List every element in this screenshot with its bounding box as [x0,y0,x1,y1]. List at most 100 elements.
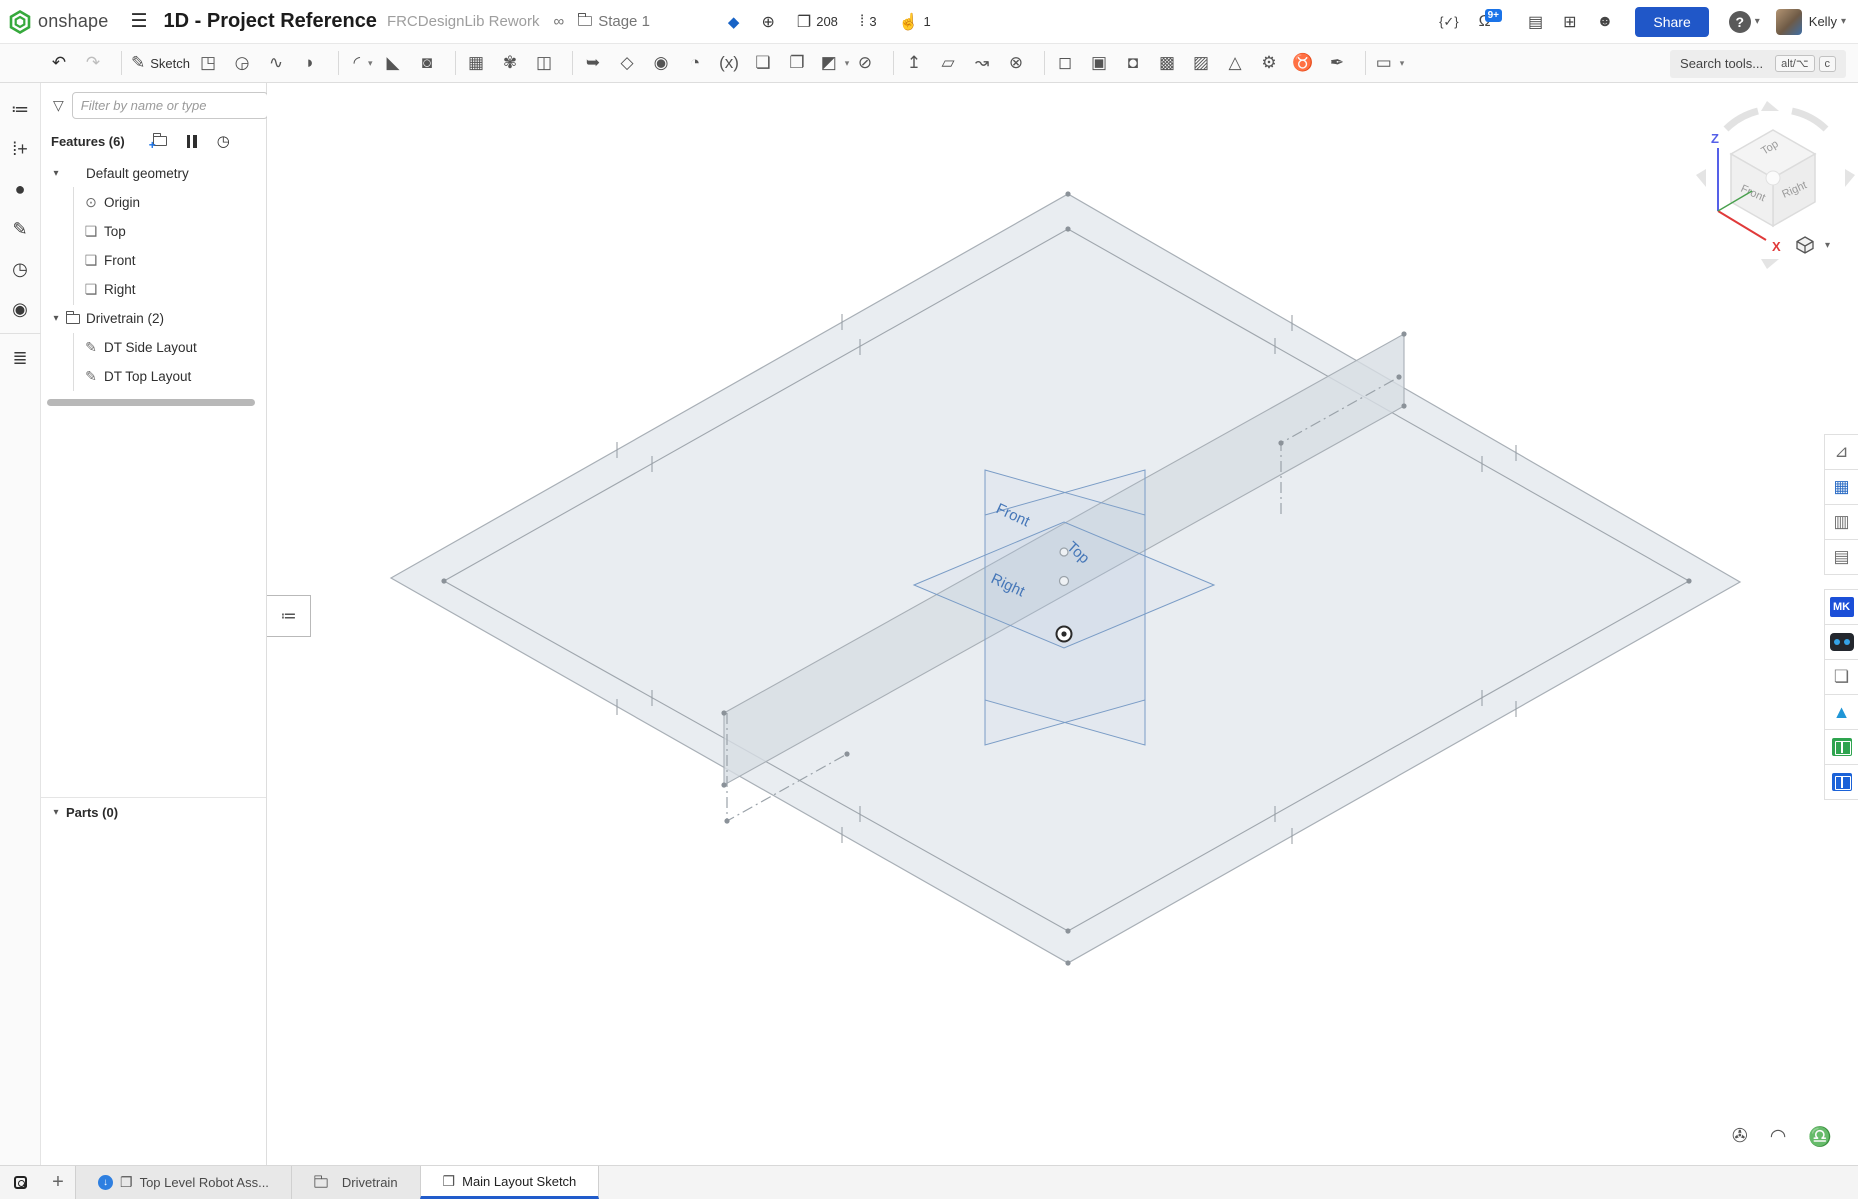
help-caret-icon[interactable]: ▾ [1755,16,1760,27]
rail-separator[interactable] [0,333,41,334]
document-title[interactable]: 1D - Project Reference [164,10,377,33]
help-button[interactable]: ? [1729,11,1751,33]
origin-marker[interactable] [1057,627,1072,642]
variable-tool[interactable]: (x) [718,48,748,78]
modify-fillet-tool[interactable]: ◩▾ [820,48,850,78]
versions-icon[interactable]: ⁞+ [0,129,41,169]
app-store-icon[interactable]: ⊞ [1563,12,1576,32]
tree-item-default-geometry[interactable]: ▾ Default geometry [41,159,266,188]
share-button[interactable]: Share [1635,7,1708,37]
helix-tool[interactable]: ◔ [684,48,714,78]
nut-tool[interactable]: ◘ [1122,48,1152,78]
revolve-tool[interactable]: ◶ [231,48,261,78]
bom-app-icon[interactable]: ▦ [1824,469,1858,505]
bom-export-app-icon[interactable]: ▥ [1824,504,1858,540]
feature-list-icon[interactable]: ≔ [0,89,41,129]
triangle-app-icon[interactable]: ▲ [1824,694,1858,730]
onshape-logo-icon[interactable] [8,10,32,34]
notes-icon[interactable]: ✎ [0,209,41,249]
toolbar-divider[interactable] [1044,51,1045,75]
tab-top-level-robot-assembly[interactable]: ↓ ❐ Top Level Robot Ass... [75,1166,292,1199]
blue-book-app-icon[interactable] [1824,764,1858,800]
ai-assistant-icon[interactable]: ☻ [1597,13,1614,31]
user-avatar[interactable] [1776,9,1802,35]
view-cube[interactable]: Top Front Right Z X [1688,93,1858,278]
tab-main-layout-sketch[interactable]: ❒ Main Layout Sketch [420,1166,600,1199]
parts-chevron-icon[interactable]: ▾ [49,807,63,818]
copies-icon[interactable]: ❐ [797,12,811,32]
loft-tool[interactable]: ◗ [299,48,329,78]
delete-face-tool[interactable]: ⊗ [1005,48,1035,78]
units-scale-icon[interactable]: ♎ [1808,1125,1832,1149]
likes-icon[interactable]: ☝ [899,12,919,32]
user-menu-caret-icon[interactable]: ▾ [1841,16,1846,27]
tree-item-drivetrain[interactable]: ▾ Drivetrain (2) [41,304,266,333]
enclose-tool[interactable]: ◙ [416,48,446,78]
toolbar-divider[interactable] [1365,51,1366,75]
plane-tool[interactable]: ❏ [752,48,782,78]
toolbar-divider[interactable] [338,51,339,75]
tape-measure-icon[interactable]: ✇ [1732,1125,1748,1149]
name-tag-tool[interactable]: ▭▾ [1375,48,1405,78]
add-tab-button[interactable]: + [40,1166,76,1199]
box-tool[interactable]: ◻ [1054,48,1084,78]
transform-tool[interactable]: ➥ [582,48,612,78]
tree-item-right[interactable]: ❏ Right [41,275,266,304]
workspace-name[interactable]: Stage 1 [598,13,650,30]
tree-chevron-icon[interactable]: ▾ [49,313,63,324]
link-icon[interactable]: ∞ [554,13,565,30]
view-mode-button[interactable]: ▾ [1795,235,1830,255]
education-cap-icon[interactable]: ◆ [728,13,740,31]
user-name[interactable]: Kelly [1809,14,1837,29]
panel-gap[interactable] [1824,574,1858,590]
tag-tool[interactable]: ❐ [786,48,816,78]
export-cube-app-icon[interactable]: ❏ [1824,659,1858,695]
mk-app-icon[interactable]: MK [1824,589,1858,625]
fillet-tool[interactable]: ◜▾ [348,48,378,78]
mirror-tool[interactable]: ◫ [533,48,563,78]
suppress-pause-icon[interactable] [187,135,197,148]
graphics-canvas[interactable]: Front Right Top ≔ [267,83,1858,1165]
toolbar-divider[interactable] [455,51,456,75]
featurescript-icon[interactable]: {✓} [1439,14,1459,30]
history-icon[interactable]: ◷ [0,249,41,289]
follow-mode-icon[interactable]: ◉ [0,289,41,329]
delete-part-tool[interactable]: ⊘ [854,48,884,78]
shaded-box-tool[interactable]: ▣ [1088,48,1118,78]
feature-tree-scrollbar[interactable] [47,399,255,406]
sketch-tool[interactable]: ✎Sketch [131,48,193,78]
filter-input[interactable] [72,92,268,119]
chamfer-tool[interactable]: ◣ [382,48,412,78]
hamburger-menu-icon[interactable]: ☰ [130,10,147,33]
search-tools-button[interactable]: Search tools... alt/⌥ c [1670,50,1846,78]
public-globe-icon[interactable]: ⊕ [761,12,774,32]
move-face-tool[interactable]: ↥ [903,48,933,78]
protractor-icon[interactable]: ◠ [1770,1125,1787,1149]
extrude-tool[interactable]: ◳ [197,48,227,78]
rollback-clock-icon[interactable]: ◷ [217,132,230,150]
linear-pattern-tool[interactable]: ▦ [465,48,495,78]
new-folder-icon[interactable]: + [153,134,167,149]
tree-item-origin[interactable]: ⊙ Origin [41,188,266,217]
tube-tool[interactable]: ♉ [1292,48,1322,78]
toolbar-divider[interactable] [121,51,122,75]
circular-pattern-tool[interactable]: ✾ [499,48,529,78]
redo-button[interactable]: ↷ [82,48,112,78]
composite-tool[interactable]: ◇ [616,48,646,78]
shape-tool[interactable]: △ [1224,48,1254,78]
toolbar-divider[interactable] [893,51,894,75]
bend-tool[interactable]: ↝ [971,48,1001,78]
tab-drivetrain[interactable]: Drivetrain [291,1166,421,1199]
parts-section-header[interactable]: ▾ Parts (0) [41,797,266,827]
sweep-tool[interactable]: ∿ [265,48,295,78]
offset-surface-tool[interactable]: ▱ [937,48,967,78]
toolbar-divider[interactable] [572,51,573,75]
tree-item-dt-top-layout[interactable]: ✎ DT Top Layout [41,362,266,391]
checklist-icon[interactable]: ≣ [0,338,41,378]
measure-app-icon[interactable]: ⊿ [1824,434,1858,470]
robot-feature-tool[interactable]: ▩ [1156,48,1186,78]
tree-item-dt-side-layout[interactable]: ✎ DT Side Layout [41,333,266,362]
table-function-app-icon[interactable]: ▤ [1824,539,1858,575]
tasks-checklist-icon[interactable]: ▤ [1528,12,1543,32]
tab-search-button[interactable] [0,1166,40,1199]
